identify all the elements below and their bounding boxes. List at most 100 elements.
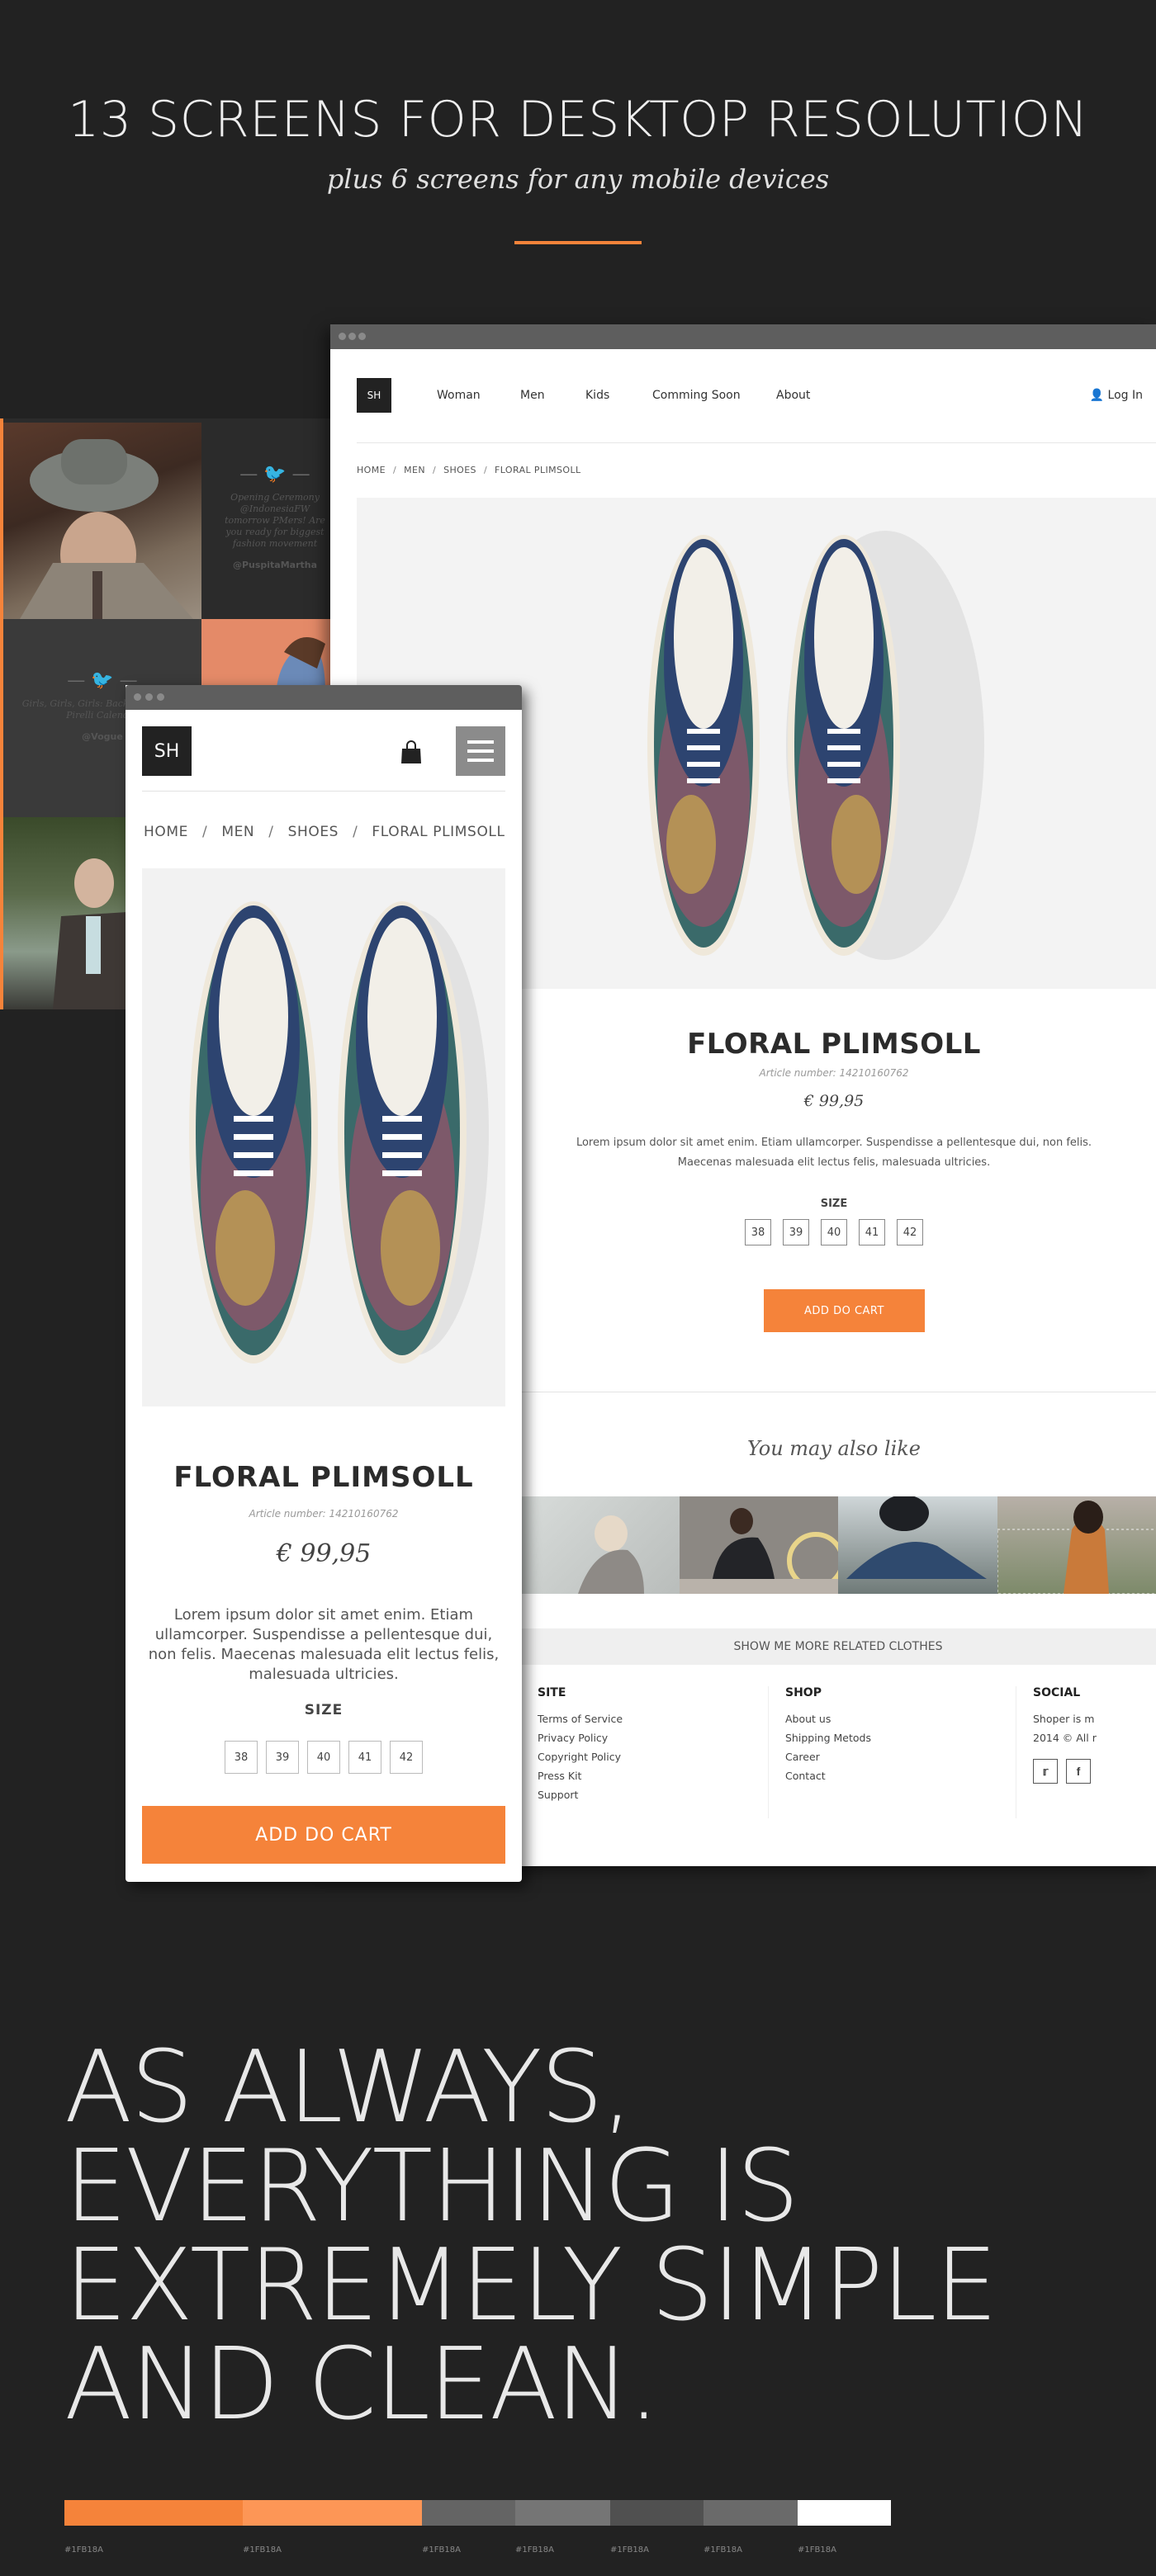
photo-man-hat[interactable] [3,423,201,619]
shopping-bag-icon[interactable] [398,739,424,765]
footer-col-shop: SHOP About us Shipping Metods Career Con… [768,1686,871,1818]
nav-men[interactable]: Men [520,389,545,402]
related-photo-rooftop [846,1496,987,1579]
size-option[interactable]: 42 [390,1741,423,1774]
breadcrumb-men[interactable]: MEN [221,824,254,840]
footer-link[interactable]: Career [785,1747,871,1766]
show-more-button[interactable]: SHOW ME MORE RELATED CLOTHES [520,1628,1156,1665]
nav-about[interactable]: About [776,389,810,402]
tagline-line: AS ALWAYS, [64,2030,633,2145]
add-to-cart-button[interactable]: ADD DO CART [142,1806,505,1864]
footer-text: Shoper is m [1033,1713,1095,1725]
swatch-label: #1FB18A [64,2545,103,2555]
size-option[interactable]: 41 [859,1219,885,1245]
size-option[interactable]: 40 [821,1219,847,1245]
hamburger-menu-button[interactable] [456,726,505,776]
footer-link[interactable]: Shipping Metods [785,1728,871,1747]
window-chrome [126,685,522,710]
swatch-label: #1FB18A [798,2545,836,2555]
site-logo[interactable]: SH [357,378,391,413]
size-option[interactable]: 42 [897,1219,923,1245]
size-option[interactable]: 41 [348,1741,381,1774]
footer-heading: SITE [538,1686,566,1699]
article-number: Article number: 14210160762 [249,1508,399,1520]
man-glasses-illustration [53,858,127,1009]
color-swatch: #1FB18A [798,2500,891,2555]
man-hat-illustration [20,439,193,619]
twitter-icon: — 🐦 — [239,464,310,484]
breadcrumb-current: FLORAL PLIMSOLL [495,465,581,475]
product-image [142,868,505,1406]
size-label: SIZE [820,1198,848,1210]
swatch-label: #1FB18A [422,2545,461,2555]
breadcrumb-shoes[interactable]: SHOES [443,465,476,475]
related-products [520,1496,1156,1594]
site-logo[interactable]: SH [142,726,192,776]
window-chrome [330,324,1156,349]
related-photo-confetti [578,1515,644,1594]
breadcrumb-home[interactable]: HOME [357,465,386,475]
photo-man-glasses[interactable] [3,817,127,1009]
footer-link[interactable]: Contact [785,1766,871,1785]
nav-divider [357,442,1156,443]
twitter-icon[interactable]: 𝕣 [1033,1759,1058,1784]
add-to-cart-button[interactable]: ADD DO CART [764,1289,925,1332]
footer-link[interactable]: Press Kit [538,1766,623,1785]
window-dot[interactable] [358,333,366,340]
girl-illustration [276,637,325,693]
mobile-window: SH HOME/MEN/SHOES/FLORAL PLIMSOLL [126,685,522,1882]
related-item[interactable] [997,1496,1156,1594]
hero-subtitle: plus 6 screens for any mobile devices [326,163,830,195]
color-swatch: #1FB18A [704,2500,798,2555]
size-option[interactable]: 39 [266,1741,299,1774]
size-option[interactable]: 39 [783,1219,809,1245]
tweet-handle[interactable]: @PuspitaMartha [220,560,330,571]
color-swatch: #1FB18A [610,2500,704,2555]
related-item[interactable] [679,1496,838,1594]
color-palette: #1FB18A #1FB18A #1FB18A #1FB18A #1FB18A … [64,2500,891,2555]
nav-woman[interactable]: Woman [437,389,481,402]
related-item[interactable] [520,1496,680,1594]
window-dot[interactable] [348,333,356,340]
related-item[interactable] [838,1496,997,1594]
menu-bar [467,759,494,762]
window-dot[interactable] [145,693,153,701]
footer-link[interactable]: About us [785,1709,871,1728]
size-option[interactable]: 38 [225,1741,258,1774]
window-dot[interactable] [157,693,164,701]
nav-kids[interactable]: Kids [585,389,609,402]
breadcrumb-shoes[interactable]: SHOES [288,824,339,840]
photo-girl-wall[interactable] [201,619,330,693]
tagline-line: EXTREMELY SIMPLE [64,2229,997,2343]
footer-link[interactable]: Support [538,1785,623,1804]
breadcrumb: HOME / MEN / SHOES / FLORAL PLIMSOLL [144,824,505,840]
login-label: Log In [1107,389,1143,402]
tagline-line: AND CLEAN. [64,2328,660,2442]
collage-accent-bar [0,418,3,1009]
nav-coming-soon[interactable]: Comming Soon [652,389,741,402]
footer-link[interactable]: Terms of Service [538,1709,623,1728]
facebook-icon[interactable]: f [1066,1759,1091,1784]
color-swatch: #1FB18A [243,2500,422,2555]
footer-text: 2014 © All r [1033,1732,1097,1744]
login-link[interactable]: 👤 Log In [1090,389,1143,402]
window-dot[interactable] [339,333,346,340]
user-icon: 👤 [1089,389,1105,402]
breadcrumb-home[interactable]: HOME [144,824,188,840]
footer-heading: SOCIAL [1033,1686,1081,1699]
related-photo-bike [679,1508,838,1594]
product-description: Lorem ipsum dolor sit amet enim. Etiam u… [576,1137,1092,1169]
footer-link[interactable]: Copyright Policy [538,1747,623,1766]
breadcrumb-current: FLORAL PLIMSOLL [372,824,505,840]
size-option[interactable]: 40 [307,1741,340,1774]
size-option[interactable]: 38 [745,1219,771,1245]
breadcrumb-men[interactable]: MEN [404,465,425,475]
product-price: € 99,95 [803,1092,865,1110]
window-dot[interactable] [134,693,141,701]
product-title: FLORAL PLIMSOLL [173,1461,474,1494]
size-label: SIZE [304,1702,343,1718]
tagline: AS ALWAYS, EVERYTHING IS EXTREMELY SIMPL… [64,2030,997,2442]
footer-link[interactable]: Privacy Policy [538,1728,623,1747]
color-swatch: #1FB18A [515,2500,610,2555]
size-selector: 38 39 40 41 42 [126,1741,522,1774]
